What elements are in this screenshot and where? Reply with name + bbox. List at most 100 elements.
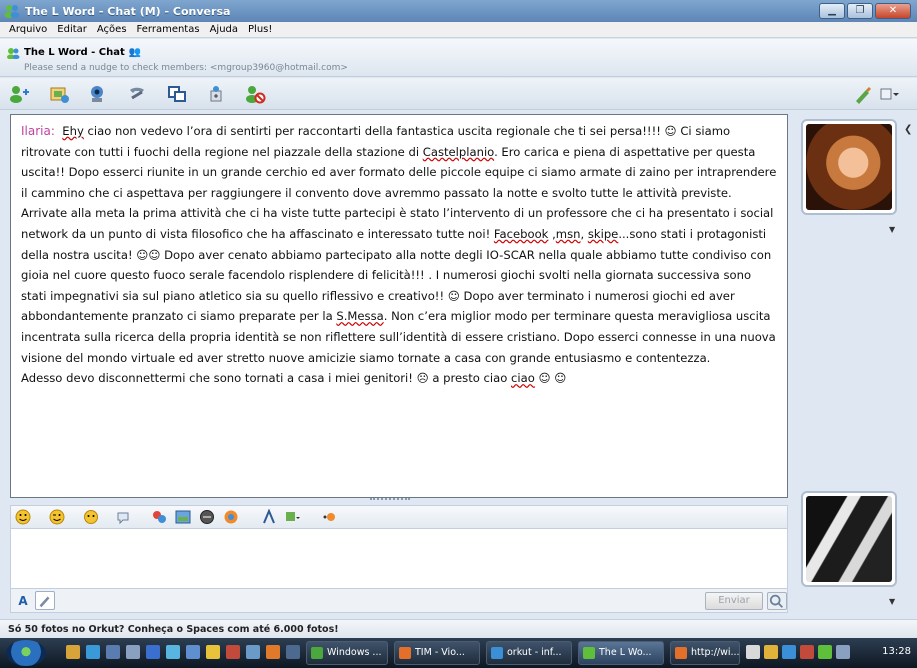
tray-icon[interactable] (764, 645, 778, 659)
message-text: , (580, 226, 588, 241)
block-icon[interactable] (244, 84, 266, 104)
chat-message-line: Adesso devo disconnettermi che sono torn… (21, 368, 777, 389)
quicklaunch-icon[interactable] (66, 645, 80, 659)
message-text: , (548, 226, 556, 241)
search-icon[interactable] (767, 592, 787, 610)
message-body: Ehy ciao non vedevo l’ora di sentirti pe… (21, 124, 776, 365)
tray-icon[interactable] (746, 645, 760, 659)
quicklaunch-icon[interactable] (86, 645, 100, 659)
handwriting-icon[interactable] (35, 591, 55, 610)
menu-plus[interactable]: Plus! (243, 24, 277, 35)
menu-ferramentas[interactable]: Ferramentas (132, 24, 205, 35)
firefox-icon (675, 647, 687, 659)
quicklaunch-icon[interactable] (186, 645, 200, 659)
quicklaunch-icon[interactable] (106, 645, 120, 659)
start-button[interactable] (6, 640, 46, 666)
spellcheck-word: Facebook (493, 226, 549, 241)
tray-icon[interactable] (818, 645, 832, 659)
options-menu-icon[interactable] (878, 84, 900, 104)
group-icon: 👥 (128, 47, 142, 58)
contact-name[interactable]: The L Word - Chat 👥 (24, 47, 141, 58)
taskbar-item[interactable]: TIM - Vio... (394, 641, 480, 665)
spellcheck-word: skipe (587, 226, 619, 241)
minimize-button[interactable]: ▁ (819, 3, 845, 19)
ink-icon[interactable] (223, 509, 239, 525)
emoticon-icon[interactable] (15, 509, 31, 525)
messenger-icon (583, 647, 595, 659)
voice-clip-icon[interactable] (115, 509, 131, 525)
quicklaunch-icon[interactable] (226, 645, 240, 659)
tray-icon[interactable] (782, 645, 796, 659)
input-footer: A Enviar (10, 589, 788, 613)
close-button[interactable]: ✕ (875, 3, 911, 19)
contact-status-icon (7, 48, 20, 59)
clock[interactable]: 13:28 (882, 646, 911, 657)
activities-icon[interactable] (166, 84, 188, 104)
send-files-icon[interactable] (48, 84, 70, 104)
quicklaunch-icon[interactable] (286, 645, 300, 659)
menu-arquivo[interactable]: Arquivo (4, 24, 52, 35)
taskbar-item[interactable]: Windows ... (306, 641, 388, 665)
send-button[interactable]: Enviar (705, 592, 763, 610)
advertisement-bar[interactable]: Só 50 fotos no Orkut? Conheça o Spaces c… (0, 619, 917, 638)
video-call-icon[interactable] (86, 84, 108, 104)
spellcheck-word: msn (555, 226, 581, 241)
title-bar: The L Word - Chat (M) - Conversa ▁ ❐ ✕ (0, 0, 917, 22)
color-icon[interactable] (285, 509, 301, 525)
system-tray: 13:28 (740, 641, 917, 665)
font-icon[interactable] (261, 508, 277, 525)
contact-nudge-message: Please send a nudge to check members: <m… (24, 63, 348, 73)
message-text: ☺ ☺ (534, 371, 567, 386)
quicklaunch-icon[interactable] (246, 645, 260, 659)
quicklaunch-icon[interactable] (166, 645, 180, 659)
nudge-icon[interactable] (199, 509, 215, 525)
tray-icon[interactable] (800, 645, 814, 659)
conversation-toolbar (0, 78, 917, 110)
contact-avatar[interactable] (801, 119, 897, 215)
spellcheck-word: Castelplanio (422, 144, 495, 159)
background-icon[interactable] (175, 509, 191, 525)
taskbar-item[interactable]: http://wi... (670, 641, 740, 665)
user-avatar-dropdown-icon[interactable]: ▼ (889, 597, 895, 606)
collapse-panel-icon[interactable]: ❮ (904, 124, 917, 142)
menu-bar: Arquivo Editar Ações Ferramentas Ajuda P… (0, 22, 917, 38)
font-style-icon[interactable]: A (14, 592, 32, 610)
contact-avatar-dropdown-icon[interactable]: ▼ (889, 225, 895, 234)
pane-splitter[interactable] (370, 498, 410, 502)
wink-animation-icon[interactable] (151, 509, 167, 525)
menu-editar[interactable]: Editar (52, 24, 92, 35)
quicklaunch-icon[interactable] (206, 645, 220, 659)
message-input[interactable] (10, 529, 788, 589)
spellcheck-word: Ehy (62, 124, 84, 138)
voice-call-icon[interactable] (126, 84, 148, 104)
nudge-emoticon-icon[interactable] (83, 509, 99, 525)
quicklaunch-icon[interactable] (266, 645, 280, 659)
message-sender: Ilaria (21, 124, 51, 138)
taskbar: Windows ... TIM - Vio... orkut - inf... … (0, 638, 917, 668)
taskbar-item[interactable]: The L Wo... (578, 641, 664, 665)
spellcheck-word: ciao (511, 371, 535, 386)
app-icon (311, 647, 323, 659)
wink-icon[interactable] (49, 509, 65, 525)
brush-icon[interactable] (852, 84, 874, 104)
firefox-icon (399, 647, 411, 659)
message-text: Adesso devo disconnettermi che sono torn… (21, 371, 512, 386)
conversation-history[interactable]: Ilaria: Ehy ciao non vedevo l’ora di sen… (10, 114, 788, 498)
browser-icon (491, 647, 503, 659)
tray-icon[interactable] (836, 645, 850, 659)
contact-header: The L Word - Chat 👥 Please send a nudge t… (0, 39, 917, 77)
spellcheck-word: S.Messa (336, 309, 384, 324)
quicklaunch-icon[interactable] (146, 645, 160, 659)
maximize-button[interactable]: ❐ (847, 3, 873, 19)
window-title: The L Word - Chat (M) - Conversa (25, 4, 231, 18)
messenger-icon (4, 5, 20, 18)
input-toolbar (10, 505, 788, 529)
taskbar-item[interactable]: orkut - inf... (486, 641, 572, 665)
user-avatar[interactable] (801, 491, 897, 587)
more-options-icon[interactable] (321, 509, 337, 525)
invite-contact-icon[interactable] (8, 84, 30, 104)
quicklaunch-icon[interactable] (126, 645, 140, 659)
menu-acoes[interactable]: Ações (92, 24, 132, 35)
menu-ajuda[interactable]: Ajuda (205, 24, 243, 35)
games-icon[interactable] (206, 84, 228, 104)
